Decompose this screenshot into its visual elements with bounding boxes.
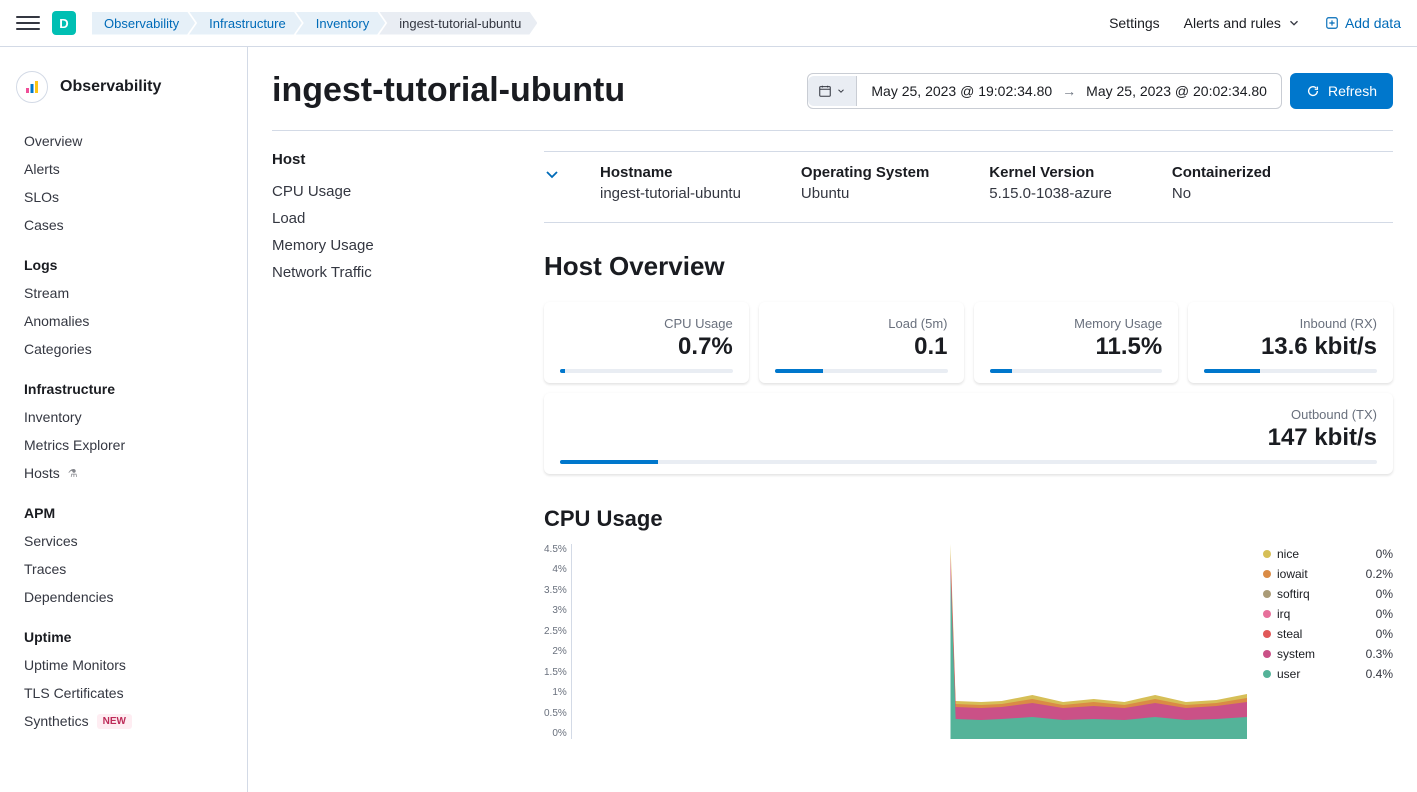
y-axis: 4.5%4%3.5%3%2.5%2%1.5%1%0.5%0% bbox=[544, 544, 571, 739]
legend-dot bbox=[1263, 670, 1271, 678]
chart-legend: nice0%iowait0.2%softirq0%irq0%steal0%sys… bbox=[1263, 544, 1393, 739]
kpi-grid: CPU Usage0.7%Load (5m)0.1Memory Usage11.… bbox=[544, 302, 1393, 474]
settings-link[interactable]: Settings bbox=[1109, 15, 1160, 31]
legend-item[interactable]: system0.3% bbox=[1263, 644, 1393, 664]
nav-heading: Infrastructure bbox=[0, 371, 247, 403]
nav-heading: Uptime bbox=[0, 619, 247, 651]
anchor-item[interactable]: Network Traffic bbox=[272, 259, 512, 286]
sidebar-item-categories[interactable]: Categories bbox=[0, 335, 247, 363]
sidebar-item-hosts[interactable]: Hosts⚗ bbox=[0, 459, 247, 487]
new-badge: NEW bbox=[97, 714, 132, 729]
legend-dot bbox=[1263, 570, 1271, 578]
refresh-icon bbox=[1306, 84, 1320, 98]
legend-dot bbox=[1263, 550, 1271, 558]
sidebar-item-inventory[interactable]: Inventory bbox=[0, 403, 247, 431]
time-range-picker[interactable]: May 25, 2023 @ 19:02:34.80 → May 25, 202… bbox=[807, 73, 1282, 109]
legend-item[interactable]: irq0% bbox=[1263, 604, 1393, 624]
info-column: Kernel Version5.15.0-1038-azure bbox=[989, 164, 1112, 202]
kpi-card: Load (5m)0.1 bbox=[759, 302, 964, 383]
legend-dot bbox=[1263, 650, 1271, 658]
add-data-link[interactable]: Add data bbox=[1325, 15, 1401, 31]
anchor-item[interactable]: Memory Usage bbox=[272, 232, 512, 259]
legend-item[interactable]: softirq0% bbox=[1263, 584, 1393, 604]
kpi-card: CPU Usage0.7% bbox=[544, 302, 749, 383]
legend-item[interactable]: nice0% bbox=[1263, 544, 1393, 564]
nav-heading: APM bbox=[0, 495, 247, 527]
chart-plot bbox=[571, 544, 1247, 739]
time-to: May 25, 2023 @ 20:02:34.80 bbox=[1086, 83, 1267, 99]
anchor-nav: Host CPU UsageLoadMemory UsageNetwork Tr… bbox=[272, 151, 512, 739]
host-info-row: Hostnameingest-tutorial-ubuntu Operating … bbox=[544, 151, 1393, 223]
sidebar-item-cases[interactable]: Cases bbox=[0, 211, 247, 239]
alerts-rules-link[interactable]: Alerts and rules bbox=[1184, 15, 1301, 31]
sidebar-item-metrics-explorer[interactable]: Metrics Explorer bbox=[0, 431, 247, 459]
chart-title: CPU Usage bbox=[544, 506, 1393, 532]
sidebar-item-slos[interactable]: SLOs bbox=[0, 183, 247, 211]
kpi-card: Inbound (RX)13.6 kbit/s bbox=[1188, 302, 1393, 383]
time-from: May 25, 2023 @ 19:02:34.80 bbox=[871, 83, 1052, 99]
add-data-icon bbox=[1325, 16, 1339, 30]
page-title: ingest-tutorial-ubuntu bbox=[272, 71, 625, 110]
chevron-down-icon bbox=[544, 166, 560, 182]
sidebar-item-anomalies[interactable]: Anomalies bbox=[0, 307, 247, 335]
deployment-badge[interactable]: D bbox=[52, 11, 76, 35]
beaker-icon: ⚗ bbox=[68, 467, 78, 480]
legend-dot bbox=[1263, 590, 1271, 598]
sidebar-item-services[interactable]: Services bbox=[0, 527, 247, 555]
anchor-item[interactable]: Load bbox=[272, 205, 512, 232]
anchor-heading: Host bbox=[272, 151, 512, 168]
sidebar-item-traces[interactable]: Traces bbox=[0, 555, 247, 583]
main-content: ingest-tutorial-ubuntu May 25, 2023 @ 19… bbox=[248, 47, 1417, 792]
menu-toggle-icon[interactable] bbox=[16, 11, 40, 35]
legend-dot bbox=[1263, 630, 1271, 638]
sidebar-item-synthetics[interactable]: SyntheticsNEW bbox=[0, 707, 247, 735]
sidebar-item-alerts[interactable]: Alerts bbox=[0, 155, 247, 183]
sidebar-item-stream[interactable]: Stream bbox=[0, 279, 247, 307]
anchor-item[interactable]: CPU Usage bbox=[272, 178, 512, 205]
legend-dot bbox=[1263, 610, 1271, 618]
info-column: Hostnameingest-tutorial-ubuntu bbox=[600, 164, 741, 202]
section-title-overview: Host Overview bbox=[544, 251, 1393, 282]
kpi-card: Memory Usage11.5% bbox=[974, 302, 1179, 383]
refresh-button[interactable]: Refresh bbox=[1290, 73, 1393, 109]
arrow-right-icon: → bbox=[1062, 83, 1076, 99]
legend-item[interactable]: steal0% bbox=[1263, 624, 1393, 644]
breadcrumb-item[interactable]: Inventory bbox=[296, 12, 385, 35]
breadcrumb: ObservabilityInfrastructureInventoryinge… bbox=[92, 12, 537, 35]
kpi-card: Outbound (TX)147 kbit/s bbox=[544, 393, 1393, 474]
breadcrumb-item: ingest-tutorial-ubuntu bbox=[379, 12, 537, 35]
info-column: ContainerizedNo bbox=[1172, 164, 1271, 202]
chevron-down-icon bbox=[836, 84, 846, 98]
cpu-chart: 4.5%4%3.5%3%2.5%2%1.5%1%0.5%0% bbox=[544, 544, 1247, 739]
sidebar-item-overview[interactable]: Overview bbox=[0, 127, 247, 155]
sidebar-item-uptime-monitors[interactable]: Uptime Monitors bbox=[0, 651, 247, 679]
info-column: Operating SystemUbuntu bbox=[801, 164, 929, 202]
observability-icon bbox=[16, 71, 48, 103]
collapse-toggle[interactable] bbox=[544, 164, 560, 202]
top-header: D ObservabilityInfrastructureInventoryin… bbox=[0, 0, 1417, 47]
legend-item[interactable]: user0.4% bbox=[1263, 664, 1393, 684]
app-title: Observability bbox=[0, 63, 247, 123]
calendar-icon bbox=[818, 84, 832, 98]
sidebar-item-dependencies[interactable]: Dependencies bbox=[0, 583, 247, 611]
sidebar-item-tls-certificates[interactable]: TLS Certificates bbox=[0, 679, 247, 707]
legend-item[interactable]: iowait0.2% bbox=[1263, 564, 1393, 584]
nav-heading: Logs bbox=[0, 247, 247, 279]
calendar-button[interactable] bbox=[808, 76, 857, 106]
chevron-down-icon bbox=[1287, 16, 1301, 30]
breadcrumb-item[interactable]: Observability bbox=[92, 12, 195, 35]
sidebar: Observability OverviewAlertsSLOsCases Log… bbox=[0, 47, 248, 792]
breadcrumb-item[interactable]: Infrastructure bbox=[189, 12, 302, 35]
